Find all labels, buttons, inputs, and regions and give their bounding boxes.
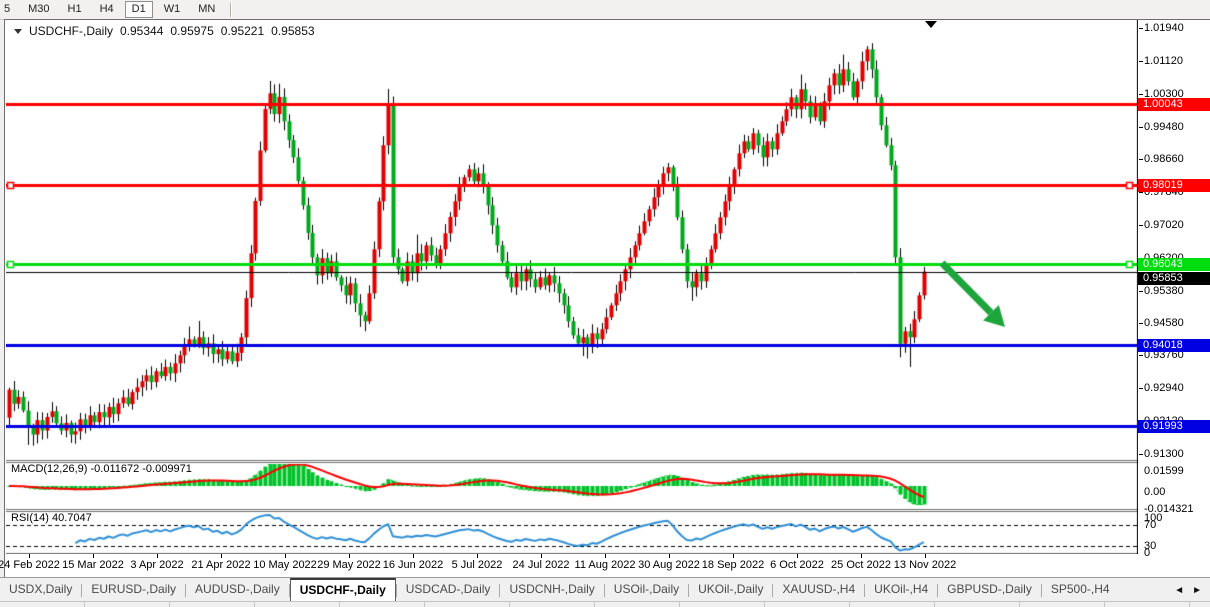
macd-axis-tick-label: 0.00 — [1144, 486, 1165, 498]
time-axis-tick-mark — [221, 554, 222, 558]
tab-usdcnh-daily[interactable]: USDCNH-,Daily — [500, 578, 603, 602]
time-axis-label: 15 Mar 2022 — [62, 559, 124, 571]
price-axis-tick-label: 0.91300 — [1144, 448, 1184, 460]
toolbar-separator — [230, 3, 232, 17]
price-axis-tick-mark — [1139, 94, 1143, 95]
time-axis-label: 10 May 2022 — [253, 559, 317, 571]
tab-scroll-right-icon[interactable]: ► — [1192, 585, 1202, 596]
price-axis-tick-label: 0.95380 — [1144, 285, 1184, 297]
timeframe-button-h1[interactable]: H1 — [61, 1, 89, 18]
time-axis-label: 24 Feb 2022 — [0, 559, 60, 571]
timeframe-button-m5[interactable]: 5 — [2, 1, 17, 18]
tab-usoil-daily[interactable]: USOil-,Daily — [605, 578, 688, 602]
time-axis-label: 21 Apr 2022 — [191, 559, 250, 571]
timeframe-button-h4[interactable]: H4 — [93, 1, 121, 18]
time-axis-tick-mark — [861, 554, 862, 558]
price-line-badge: 1.00043 — [1138, 98, 1210, 111]
tab-audusd-daily[interactable]: AUDUSD-,Daily — [186, 578, 289, 602]
time-axis-tick-mark — [93, 554, 94, 558]
time-axis-label: 30 Aug 2022 — [638, 559, 700, 571]
price-axis-tick-label: 1.01940 — [1144, 22, 1184, 34]
time-axis-label: 13 Nov 2022 — [894, 559, 956, 571]
time-axis-tick-mark — [669, 554, 670, 558]
price-axis-tick-mark — [1139, 225, 1143, 226]
time-axis-tick-mark — [157, 554, 158, 558]
chart-symbol-label: USDCHF-,Daily — [29, 24, 113, 38]
price-axis-tick-mark — [1139, 388, 1143, 389]
price-axis-tick-mark — [1139, 28, 1143, 29]
time-axis-tick-mark — [285, 554, 286, 558]
rsi-indicator-label: RSI(14) 40.7047 — [11, 512, 92, 524]
time-axis-label: 18 Sep 2022 — [702, 559, 764, 571]
macd-indicator-label: MACD(12,26,9) -0.011672 -0.009971 — [11, 463, 192, 475]
price-axis-tick-label: 0.97020 — [1144, 219, 1184, 231]
chart-shift-marker[interactable] — [925, 21, 937, 28]
tab-sp500-h4[interactable]: SP500-,H4 — [1042, 578, 1119, 602]
price-axis-tick-mark — [1139, 291, 1143, 292]
price-axis-tick-mark — [1139, 61, 1143, 62]
timeframe-toolbar: 5 M30 H1 H4 D1 W1 MN — [0, 0, 1210, 20]
chart-title: USDCHF-,Daily 0.95344 0.95975 0.95221 0.… — [14, 24, 315, 38]
tab-usdcad-daily[interactable]: USDCAD-,Daily — [397, 578, 500, 602]
ohlc-low: 0.95221 — [221, 24, 264, 38]
price-axis-tick-mark — [1139, 454, 1143, 455]
time-axis-tick-mark — [541, 554, 542, 558]
price-axis-tick-label: 0.99480 — [1144, 121, 1184, 133]
price-axis-tick-mark — [1139, 355, 1143, 356]
ohlc-open: 0.95344 — [120, 24, 163, 38]
macd-axis-tick-label: 0.01599 — [1144, 465, 1184, 477]
price-line-badge: 0.91993 — [1138, 420, 1210, 433]
price-axis-tick-label: 1.01120 — [1144, 55, 1183, 67]
time-axis-tick-mark — [29, 554, 30, 558]
timeframe-button-w1[interactable]: W1 — [157, 1, 188, 18]
symbol-dropdown-icon[interactable] — [14, 29, 22, 34]
time-axis-tick-mark — [733, 554, 734, 558]
tab-ukoil-daily[interactable]: UKOil-,Daily — [689, 578, 772, 602]
ohlc-close: 0.95853 — [271, 24, 314, 38]
chart-tabs-bar: USDX,DailyEURUSD-,DailyAUDUSD-,DailyUSDC… — [0, 577, 1210, 602]
tab-usdx-daily[interactable]: USDX,Daily — [0, 578, 81, 602]
tab-ukoil-h4[interactable]: UKOil-,H4 — [865, 578, 937, 602]
tab-gbpusd-daily[interactable]: GBPUSD-,Daily — [938, 578, 1041, 602]
time-axis-tick-mark — [925, 554, 926, 558]
time-axis-label: 25 Oct 2022 — [831, 559, 891, 571]
time-axis-label: 29 May 2022 — [317, 559, 381, 571]
price-axis-tick-mark — [1139, 159, 1143, 160]
timeframe-button-mn[interactable]: MN — [191, 1, 222, 18]
price-axis-tick-mark — [1139, 192, 1143, 193]
time-axis-label: 3 Apr 2022 — [130, 559, 183, 571]
price-axis-tick-mark — [1139, 323, 1143, 324]
time-axis-label: 16 Jun 2022 — [383, 559, 444, 571]
tab-xauusd-h4[interactable]: XAUUSD-,H4 — [773, 578, 864, 602]
time-axis-label: 11 Aug 2022 — [575, 559, 636, 571]
status-strip — [0, 601, 1210, 607]
chart-window: USDCHF-,Daily 0.95344 0.95975 0.95221 0.… — [4, 19, 1210, 577]
price-line-badge: 0.94018 — [1138, 339, 1210, 352]
price-axis-tick-label: 0.92940 — [1144, 382, 1184, 394]
time-axis-label: 24 Jul 2022 — [513, 559, 570, 571]
ohlc-high: 0.95975 — [170, 24, 213, 38]
current-price-badge: 0.95853 — [1138, 272, 1210, 285]
tab-eurusd-daily[interactable]: EURUSD-,Daily — [82, 578, 185, 602]
timeframe-button-m30[interactable]: M30 — [21, 1, 56, 18]
price-line-badge: 0.96043 — [1138, 258, 1210, 271]
rsi-axis-tick-label: 0 — [1144, 547, 1150, 559]
time-axis-tick-mark — [605, 554, 606, 558]
rsi-axis-tick-label: 70 — [1144, 519, 1156, 531]
time-axis-tick-mark — [797, 554, 798, 558]
time-axis-tick-mark — [477, 554, 478, 558]
mt4-window: 5 M30 H1 H4 D1 W1 MN USDCHF-,Daily 0.953… — [0, 0, 1210, 607]
price-line-badge: 0.98019 — [1138, 179, 1210, 192]
price-axis-tick-label: 0.94580 — [1144, 317, 1184, 329]
time-axis-tick-mark — [349, 554, 350, 558]
tab-scroll-buttons: ◄► — [1166, 578, 1210, 602]
price-axis-tick-mark — [1139, 127, 1143, 128]
timeframe-button-d1[interactable]: D1 — [125, 1, 153, 18]
time-axis-label: 6 Oct 2022 — [770, 559, 824, 571]
price-axis-tick-label: 0.98660 — [1144, 153, 1184, 165]
time-axis-tick-mark — [413, 554, 414, 558]
time-axis-label: 5 Jul 2022 — [452, 559, 503, 571]
tab-scroll-left-icon[interactable]: ◄ — [1174, 585, 1184, 596]
tab-usdchf-daily[interactable]: USDCHF-,Daily — [290, 578, 396, 602]
